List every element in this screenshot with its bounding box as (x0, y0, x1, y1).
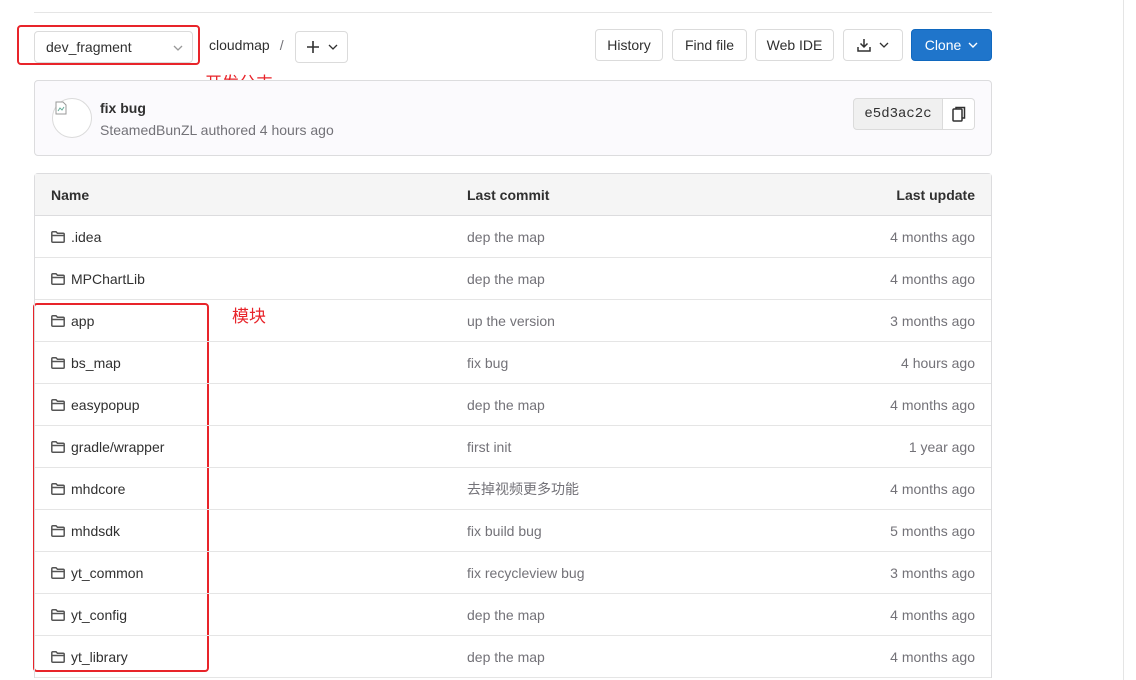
last-update: 1 year ago (908, 438, 975, 455)
folder-icon (51, 314, 65, 327)
header-name: Name (51, 186, 90, 203)
download-icon (857, 39, 871, 52)
commit-message[interactable]: 去掉视频更多功能 (467, 479, 579, 499)
commit-message[interactable]: dep the map (467, 607, 545, 623)
file-name[interactable]: MPChartLib (71, 271, 145, 287)
last-update: 3 months ago (890, 564, 975, 581)
right-divider (1123, 0, 1124, 680)
last-update: 4 months ago (890, 228, 975, 245)
last-update: 4 hours ago (901, 354, 975, 371)
header-last-commit: Last commit (467, 186, 550, 203)
table-row[interactable]: mhdsdk fix build bug 5 months ago (35, 510, 991, 552)
folder-icon (51, 440, 65, 453)
commit-message[interactable]: dep the map (467, 229, 545, 245)
file-table: Name Last commit Last update .idea dep th… (34, 173, 992, 678)
file-name-cell[interactable]: MPChartLib (51, 271, 145, 287)
file-name[interactable]: mhdsdk (71, 523, 120, 539)
avatar[interactable] (52, 98, 92, 138)
find-file-button[interactable]: Find file (672, 29, 747, 61)
last-update: 4 months ago (890, 396, 975, 413)
web-ide-button[interactable]: Web IDE (755, 29, 834, 61)
last-update: 4 months ago (890, 606, 975, 623)
folder-icon (51, 356, 65, 369)
folder-icon (51, 398, 65, 411)
chevron-down-icon (968, 42, 978, 48)
folder-icon (51, 566, 65, 579)
copy-sha-button[interactable] (943, 98, 975, 130)
folder-icon (51, 482, 65, 495)
breadcrumb: cloudmap / (209, 37, 284, 53)
commit-sha-group: e5d3ac2c (853, 98, 975, 130)
breadcrumb-repo[interactable]: cloudmap (209, 37, 270, 53)
file-name-cell[interactable]: bs_map (51, 355, 121, 371)
file-name[interactable]: yt_common (71, 565, 143, 581)
last-update: 4 months ago (890, 270, 975, 287)
table-row[interactable]: yt_config dep the map 4 months ago (35, 594, 991, 636)
table-row[interactable]: yt_library dep the map 4 months ago (35, 636, 991, 678)
table-header: Name Last commit Last update (35, 174, 991, 216)
folder-icon (51, 272, 65, 285)
file-name[interactable]: .idea (71, 229, 101, 245)
table-row[interactable]: MPChartLib dep the map 4 months ago (35, 258, 991, 300)
history-button[interactable]: History (595, 29, 663, 61)
file-name[interactable]: yt_library (71, 649, 128, 665)
file-name-cell[interactable]: yt_library (51, 649, 128, 665)
copy-icon (951, 106, 965, 122)
broken-image-icon (55, 101, 67, 115)
file-name-cell[interactable]: gradle/wrapper (51, 439, 164, 455)
table-row[interactable]: .idea dep the map 4 months ago (35, 216, 991, 258)
chevron-down-icon (328, 44, 337, 50)
table-row[interactable]: bs_map fix bug 4 hours ago (35, 342, 991, 384)
file-name[interactable]: easypopup (71, 397, 140, 413)
last-update: 4 months ago (890, 480, 975, 497)
chevron-down-icon (879, 42, 889, 48)
add-file-button[interactable] (295, 31, 348, 63)
folder-icon (51, 230, 65, 243)
commit-sha[interactable]: e5d3ac2c (853, 98, 943, 130)
clone-button[interactable]: Clone (911, 29, 992, 61)
commit-message[interactable]: dep the map (467, 271, 545, 287)
header-last-update: Last update (896, 186, 975, 203)
commit-message[interactable]: fix recycleview bug (467, 565, 585, 581)
commit-message[interactable]: first init (467, 439, 511, 455)
last-update: 4 months ago (890, 648, 975, 665)
file-name-cell[interactable]: easypopup (51, 397, 140, 413)
table-row[interactable]: app up the version 3 months ago (35, 300, 991, 342)
file-name-cell[interactable]: .idea (51, 229, 101, 245)
file-name-cell[interactable]: mhdcore (51, 481, 125, 497)
commit-message[interactable]: dep the map (467, 649, 545, 665)
download-button[interactable] (843, 29, 903, 61)
file-name-cell[interactable]: yt_common (51, 565, 143, 581)
table-row[interactable]: mhdcore 去掉视频更多功能 4 months ago (35, 468, 991, 510)
folder-icon (51, 608, 65, 621)
top-divider (34, 12, 992, 13)
file-name[interactable]: app (71, 313, 94, 329)
folder-icon (51, 650, 65, 663)
file-name-cell[interactable]: app (51, 313, 94, 329)
folder-icon (51, 524, 65, 537)
plus-icon (306, 41, 319, 53)
file-name[interactable]: mhdcore (71, 481, 125, 497)
last-commit-panel: fix bug SteamedBunZL authored 4 hours ag… (34, 80, 992, 156)
breadcrumb-separator: / (279, 37, 284, 53)
file-name[interactable]: gradle/wrapper (71, 439, 164, 455)
commit-message[interactable]: dep the map (467, 397, 545, 413)
file-name-cell[interactable]: yt_config (51, 607, 127, 623)
commit-message[interactable]: up the version (467, 313, 555, 329)
commit-title[interactable]: fix bug (100, 100, 146, 116)
clone-label: Clone (924, 37, 962, 53)
table-row[interactable]: easypopup dep the map 4 months ago (35, 384, 991, 426)
commit-message[interactable]: fix bug (467, 355, 508, 371)
table-row[interactable]: yt_common fix recycleview bug 3 months ago (35, 552, 991, 594)
commit-meta: SteamedBunZL authored 4 hours ago (100, 122, 334, 138)
last-update: 5 months ago (890, 522, 975, 539)
commit-message[interactable]: fix build bug (467, 523, 542, 539)
file-name[interactable]: bs_map (71, 355, 121, 371)
file-name-cell[interactable]: mhdsdk (51, 523, 120, 539)
branch-annotation-box (17, 25, 200, 65)
last-update: 3 months ago (890, 312, 975, 329)
table-row[interactable]: gradle/wrapper first init 1 year ago (35, 426, 991, 468)
file-name[interactable]: yt_config (71, 607, 127, 623)
